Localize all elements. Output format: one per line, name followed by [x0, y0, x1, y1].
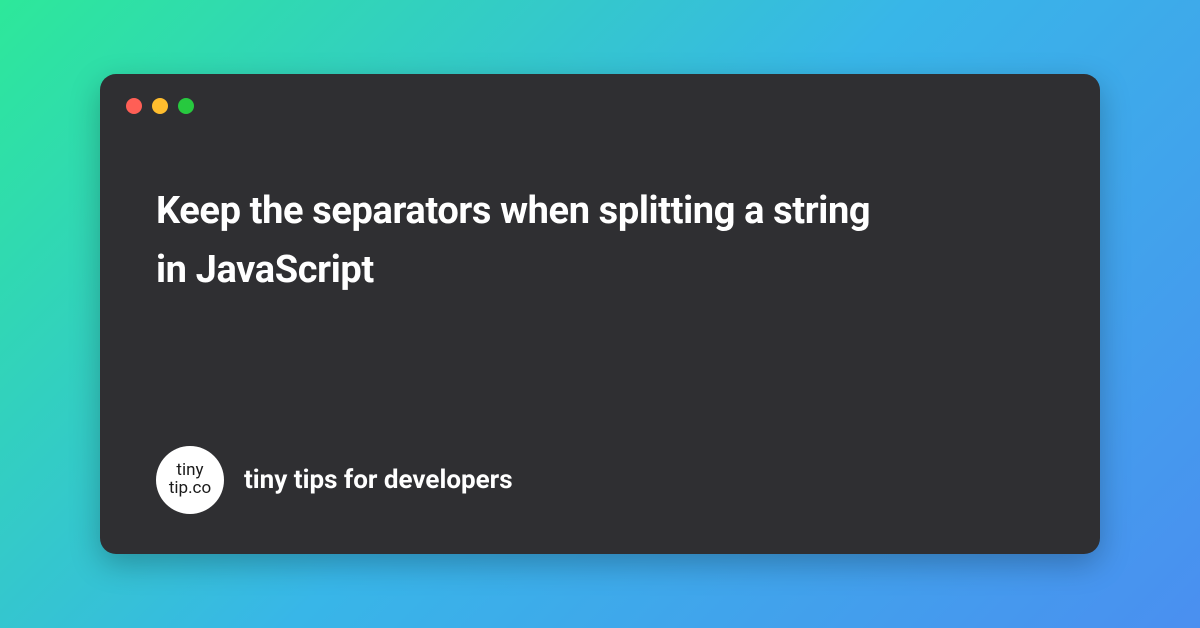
brand-tagline: tiny tips for developers	[244, 465, 513, 495]
close-icon[interactable]	[126, 98, 142, 114]
page-title: Keep the separators when splitting a str…	[156, 182, 876, 300]
brand-logo: tiny tip.co	[156, 446, 224, 514]
card-footer: tiny tip.co tiny tips for developers	[156, 446, 1044, 514]
minimize-icon[interactable]	[152, 98, 168, 114]
window-traffic-lights	[126, 98, 1044, 114]
card-window: Keep the separators when splitting a str…	[100, 74, 1100, 554]
maximize-icon[interactable]	[178, 98, 194, 114]
logo-text-line2: tip.co	[169, 480, 211, 498]
